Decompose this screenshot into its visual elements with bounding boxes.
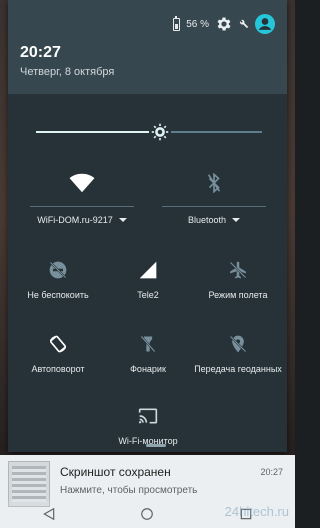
- chevron-down-icon[interactable]: [232, 218, 241, 222]
- brightness-track-active: [36, 131, 149, 133]
- location-off-icon: [229, 335, 247, 353]
- tile-label: Передача геоданных: [194, 364, 282, 374]
- auto-rotate-icon: [49, 335, 67, 353]
- tile-label: Tele2: [137, 290, 159, 300]
- clock-time[interactable]: 20:27: [20, 44, 61, 62]
- cast-icon: [138, 408, 158, 424]
- panel-drag-handle[interactable]: [146, 444, 166, 447]
- tile-flashlight[interactable]: Фонарик: [102, 332, 194, 384]
- tile-cast[interactable]: Wi-Fi-монитор: [102, 404, 194, 456]
- tile-auto-rotate[interactable]: Автоповорот: [12, 332, 104, 384]
- brightness-track-inactive: [171, 131, 262, 133]
- bluetooth-label: Bluetooth: [187, 215, 227, 225]
- tile-do-not-disturb[interactable]: Не беспокоить: [12, 258, 104, 310]
- cellular-signal-icon: [139, 261, 157, 279]
- screen: 56 % 20:27 Четверг, 8 октября WiFi-DOM.r…: [0, 0, 295, 528]
- settings-gear-icon[interactable]: [215, 15, 233, 33]
- chevron-down-icon[interactable]: [118, 218, 127, 222]
- battery-icon: [173, 15, 181, 31]
- notification-time: 20:27: [260, 467, 283, 477]
- brightness-slider[interactable]: [36, 120, 262, 144]
- quick-settings-panel: 56 % 20:27 Четверг, 8 октября WiFi-DOM.r…: [8, 0, 287, 452]
- date-label[interactable]: Четверг, 8 октября: [20, 66, 114, 78]
- wifi-icon: [69, 173, 95, 193]
- back-icon[interactable]: [41, 506, 57, 522]
- home-icon[interactable]: [139, 506, 155, 522]
- tile-label: Автоповорот: [31, 364, 85, 374]
- airplane-off-icon: [229, 261, 247, 279]
- tile-divider: [162, 206, 266, 207]
- tile-label: Фонарик: [130, 364, 166, 374]
- tile-divider: [30, 206, 134, 207]
- quick-settings-header: 56 % 20:27 Четверг, 8 октября: [8, 0, 287, 94]
- tile-label: Не беспокоить: [27, 290, 89, 300]
- tile-bluetooth[interactable]: Bluetooth: [152, 170, 276, 230]
- tile-wifi[interactable]: WiFi-DOM.ru-9217: [20, 170, 144, 230]
- tile-location[interactable]: Передача геоданных: [192, 332, 284, 384]
- notification-title: Скриншот сохранен: [60, 465, 171, 479]
- notification-text: Нажмите, чтобы просмотреть: [60, 485, 198, 496]
- tile-label: Режим полета: [208, 290, 268, 300]
- tile-airplane-mode[interactable]: Режим полета: [192, 258, 284, 310]
- status-row: 56 %: [173, 14, 275, 34]
- watermark: 24hitech.ru: [224, 504, 289, 519]
- wrench-icon: [239, 19, 249, 29]
- bluetooth-off-icon: [207, 173, 221, 193]
- flashlight-off-icon: [140, 335, 156, 353]
- do-not-disturb-off-icon: [49, 261, 67, 279]
- wifi-network-label: WiFi-DOM.ru-9217: [37, 215, 113, 225]
- battery-percent: 56 %: [186, 18, 209, 30]
- brightness-icon[interactable]: [151, 123, 169, 141]
- user-avatar-icon[interactable]: [255, 14, 275, 34]
- tile-mobile-network[interactable]: Tele2: [102, 258, 194, 310]
